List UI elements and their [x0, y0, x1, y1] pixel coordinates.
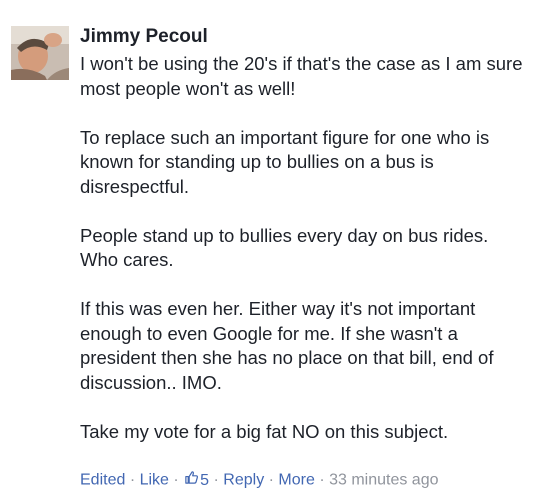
separator: ·: [125, 471, 140, 489]
avatar[interactable]: [11, 26, 69, 80]
like-button[interactable]: Like: [140, 472, 169, 489]
comment-paragraph: People stand up to bullies every day on …: [80, 224, 489, 271]
reply-button[interactable]: Reply: [223, 472, 264, 489]
comment: Jimmy Pecoul I won't be using the 20's i…: [0, 0, 540, 495]
comment-paragraph: I won't be using the 20's if that's the …: [80, 53, 523, 99]
comment-paragraph: If this was even her. Either way it's no…: [80, 298, 494, 393]
comment-paragraph: To replace such an important figure for …: [80, 126, 490, 197]
separator: ·: [264, 471, 279, 489]
comment-body: I won't be using the 20's if that's the …: [80, 52, 530, 444]
comment-paragraph: Take my vote for a big fat NO on this su…: [80, 420, 449, 442]
timestamp[interactable]: 33 minutes ago: [329, 472, 438, 489]
comment-author[interactable]: Jimmy Pecoul: [80, 26, 208, 48]
like-count[interactable]: 5: [183, 470, 210, 491]
like-count-value: 5: [200, 471, 210, 489]
separator: ·: [168, 471, 184, 489]
thumbs-up-icon: [184, 470, 199, 491]
separator: ·: [314, 471, 330, 489]
separator: ·: [209, 471, 224, 489]
edited-link[interactable]: Edited: [80, 472, 125, 489]
more-button[interactable]: More: [278, 472, 314, 489]
comment-actions: Edited · Like · 5 · Reply · More · 33 mi…: [80, 470, 439, 491]
profile-photo-icon: [11, 26, 69, 80]
